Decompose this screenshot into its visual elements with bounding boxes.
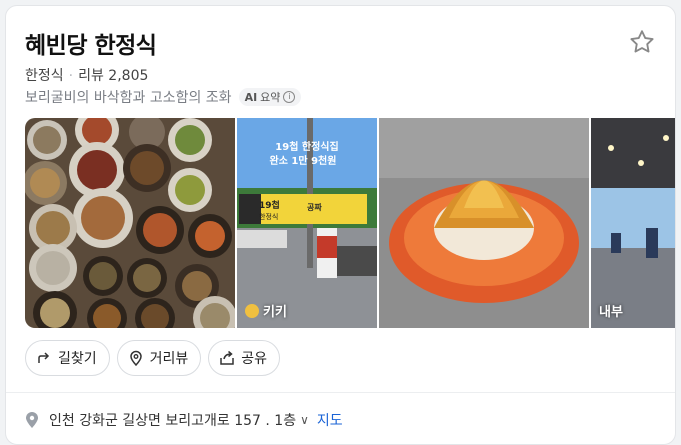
- divider: [6, 392, 675, 393]
- sign-sub: 한정식: [259, 212, 278, 221]
- directions-button[interactable]: 길찾기: [25, 340, 110, 376]
- street-view-label: 거리뷰: [149, 351, 189, 367]
- meta-separator: ·: [68, 68, 74, 84]
- photo-restaurant-sign[interactable]: 19첩 한정식집 완소 1만 9천원 19첩 한정식 공짜 키키: [237, 118, 377, 328]
- ai-summary-badge[interactable]: AI 요약 i: [238, 88, 302, 106]
- location-pin-icon: [26, 412, 38, 428]
- place-meta: 한정식 · 리뷰 2,805: [25, 65, 148, 85]
- sign-overlay-line1: 19첩 한정식집: [275, 140, 338, 153]
- photo-gallery: 19첩 한정식집 완소 1만 9천원 19첩 한정식 공짜 키키 내부: [25, 118, 675, 328]
- sign-brand: 공짜: [307, 202, 322, 212]
- share-icon: [220, 350, 235, 365]
- address-row: 인천 강화군 길상면 보리고개로 157 . 1층 ∨ 지도: [25, 410, 343, 430]
- chevron-down-icon[interactable]: ∨: [300, 413, 309, 427]
- share-label: 공유: [241, 351, 268, 367]
- pin-icon: [129, 350, 142, 366]
- photo-food-spread[interactable]: [25, 118, 235, 328]
- photo-label-kiki: 키키: [245, 301, 287, 320]
- address-text: 인천 강화군 길상면 보리고개로 157 . 1층: [49, 413, 297, 429]
- star-icon[interactable]: [628, 28, 656, 56]
- directions-label: 길찾기: [58, 351, 97, 367]
- ai-badge-prefix: AI: [244, 90, 258, 104]
- sign-main: 19첩: [259, 199, 280, 211]
- ai-badge-label: 요약: [260, 91, 281, 104]
- category-label: 한정식: [25, 68, 64, 84]
- avatar-icon: [245, 303, 259, 318]
- summary-text: 보리굴비의 바삭함과 고소함의 조화: [25, 90, 232, 106]
- ai-summary: 보리굴비의 바삭함과 고소함의 조화 AI 요약 i: [25, 87, 302, 107]
- place-title[interactable]: 혜빈당 한정식: [25, 26, 157, 60]
- info-icon[interactable]: i: [283, 91, 296, 103]
- street-view-button[interactable]: 거리뷰: [116, 340, 202, 376]
- share-button[interactable]: 공유: [208, 340, 281, 376]
- sign-overlay-line2: 완소 1만 9천원: [270, 154, 337, 167]
- map-link[interactable]: 지도: [317, 410, 343, 430]
- action-buttons: 길찾기 거리뷰 공유: [25, 340, 281, 376]
- photo-fried-dish[interactable]: [379, 118, 589, 328]
- photo-interior[interactable]: 내부: [591, 118, 675, 328]
- photo-label-interior: 내부: [599, 305, 623, 320]
- review-count[interactable]: 리뷰 2,805: [78, 68, 148, 84]
- place-card: 혜빈당 한정식 한정식 · 리뷰 2,805 보리굴비의 바삭함과 고소함의 조화 …: [5, 5, 676, 445]
- directions-arrow-icon: [38, 352, 50, 363]
- photo-label-text: 키키: [263, 305, 287, 320]
